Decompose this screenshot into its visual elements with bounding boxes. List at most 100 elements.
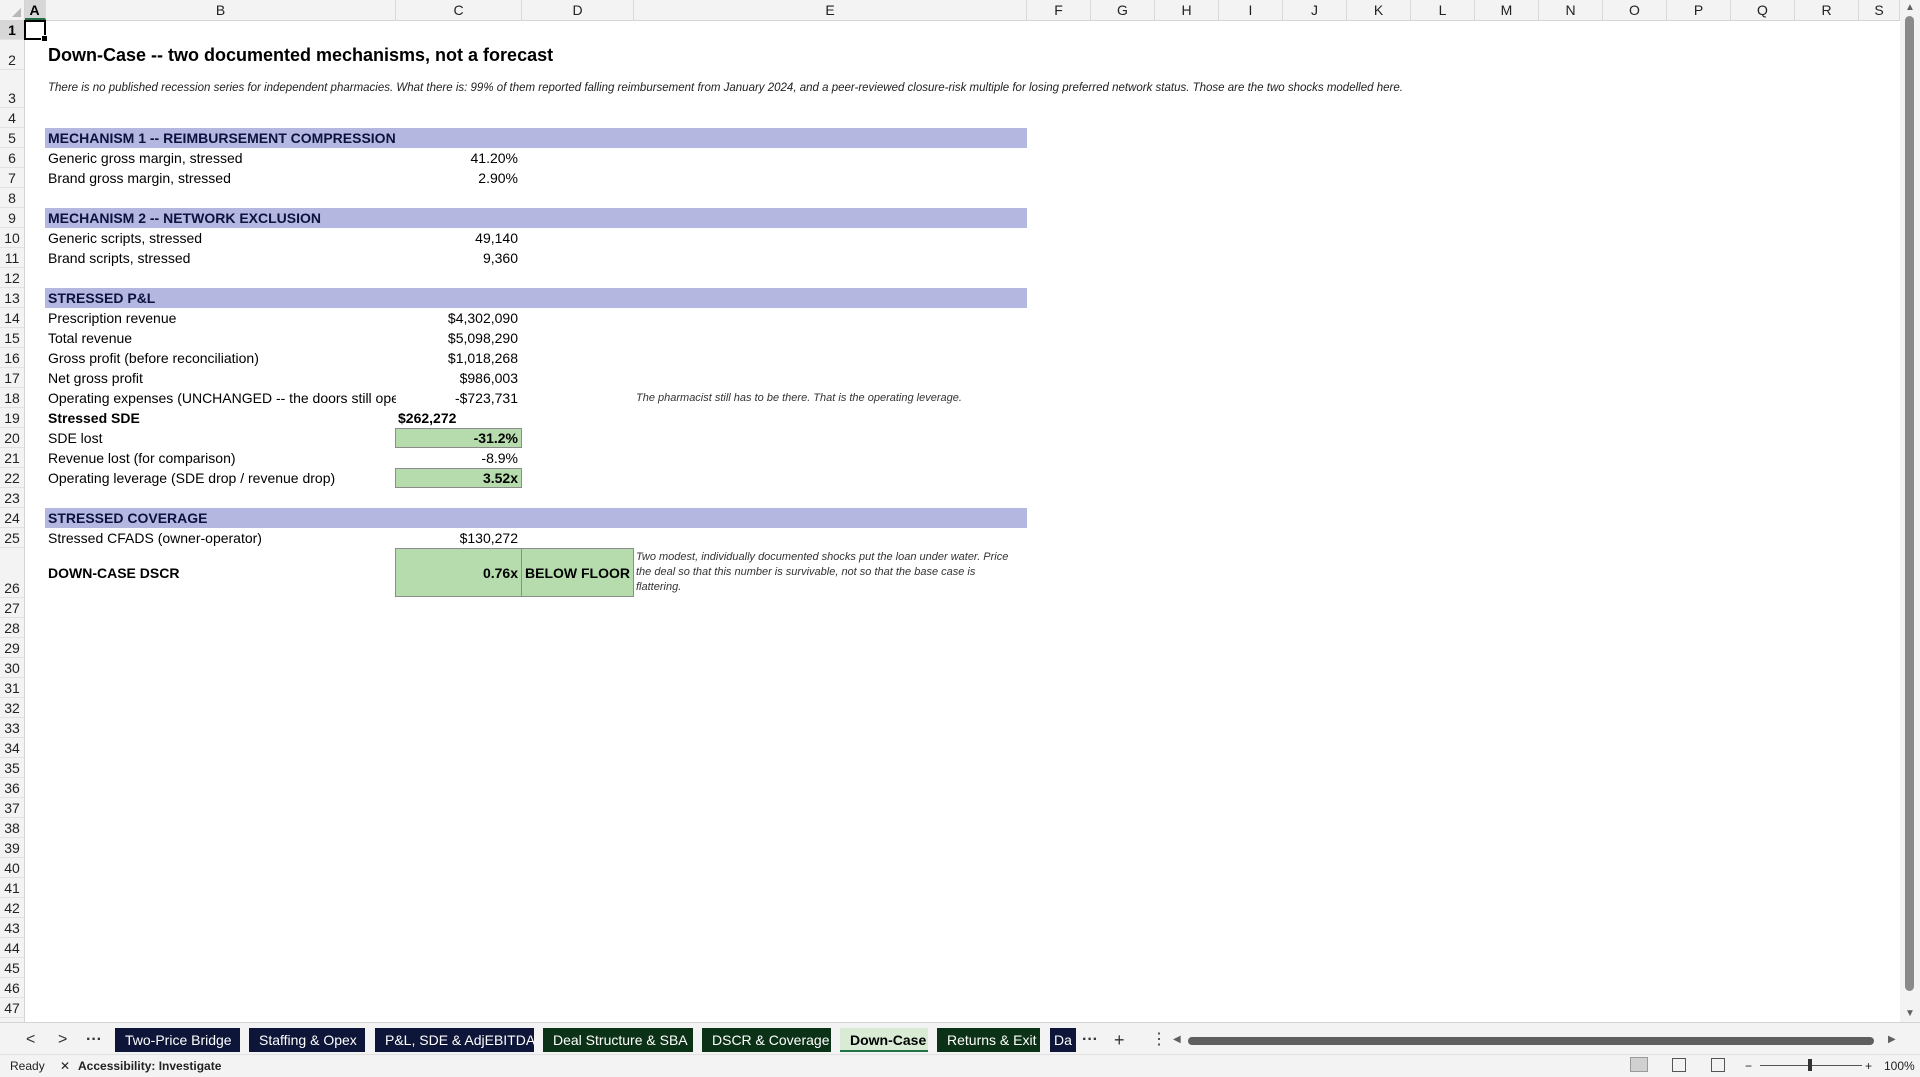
column-header-a[interactable]: A (24, 0, 46, 20)
row-header[interactable]: 33 (0, 718, 24, 738)
row-header[interactable]: 8 (0, 188, 24, 208)
accessibility-status[interactable]: Accessibility: Investigate (78, 1059, 221, 1073)
gross-profit-value[interactable]: $1,018,268 (396, 348, 518, 368)
opex-value[interactable]: -$723,731 (396, 388, 518, 408)
column-header-l[interactable]: L (1411, 0, 1475, 20)
column-header-i[interactable]: I (1219, 0, 1283, 20)
row-header[interactable]: 5 (0, 128, 24, 148)
row-header[interactable]: 14 (0, 308, 24, 328)
column-header-j[interactable]: J (1283, 0, 1347, 20)
column-header-n[interactable]: N (1539, 0, 1603, 20)
row-header[interactable]: 18 (0, 388, 24, 408)
sde-lost-value[interactable]: -31.2% (396, 428, 518, 448)
column-header-q[interactable]: Q (1731, 0, 1795, 20)
zoom-out-icon[interactable]: − (1745, 1059, 1752, 1073)
rx-revenue-value[interactable]: $4,302,090 (396, 308, 518, 328)
row-header[interactable]: 20 (0, 428, 24, 448)
hscroll-left-icon[interactable]: ◀ (1173, 1034, 1181, 1045)
scroll-up-icon[interactable]: ▲ (1905, 2, 1915, 13)
row-header[interactable]: 12 (0, 268, 24, 288)
column-header-p[interactable]: P (1667, 0, 1731, 20)
row-header[interactable]: 31 (0, 678, 24, 698)
row-header[interactable]: 36 (0, 778, 24, 798)
stressed-sde-value[interactable]: $262,272 (398, 408, 456, 428)
tab-two-price-bridge[interactable]: Two-Price Bridge (115, 1028, 240, 1052)
row-header[interactable]: 45 (0, 958, 24, 978)
brand-scripts-value[interactable]: 9,360 (396, 248, 518, 268)
normal-view-icon[interactable] (1630, 1057, 1648, 1072)
row-header[interactable]: 46 (0, 978, 24, 998)
tab-next-icon[interactable]: > (58, 1028, 67, 1052)
row-header[interactable]: 15 (0, 328, 24, 348)
add-sheet-icon[interactable]: + (1114, 1028, 1125, 1052)
tab-down-case[interactable]: Down-Case (840, 1028, 928, 1052)
row-header[interactable]: 43 (0, 918, 24, 938)
row-header[interactable]: 16 (0, 348, 24, 368)
row-header[interactable]: 3 (0, 70, 24, 108)
operating-leverage-value[interactable]: 3.52x (396, 468, 518, 488)
tab-prev-icon[interactable]: < (26, 1028, 35, 1052)
dscr-flag[interactable]: BELOW FLOOR (521, 563, 634, 583)
row-header[interactable]: 1 (0, 20, 24, 40)
row-header[interactable]: 22 (0, 468, 24, 488)
row-header[interactable]: 25 (0, 528, 24, 548)
row-header[interactable]: 13 (0, 288, 24, 308)
row-header[interactable]: 19 (0, 408, 24, 428)
row-header[interactable]: 29 (0, 638, 24, 658)
dscr-value[interactable]: 0.76x (396, 563, 518, 583)
column-header-k[interactable]: K (1347, 0, 1411, 20)
vertical-scrollbar[interactable]: ▲ ▼ (1900, 0, 1920, 1022)
row-header[interactable]: 9 (0, 208, 24, 228)
sheet-options-icon[interactable]: ⋮ (1151, 1028, 1167, 1052)
row-header[interactable]: 27 (0, 598, 24, 618)
row-header[interactable]: 39 (0, 838, 24, 858)
accessibility-icon[interactable]: ✕ (60, 1059, 70, 1073)
page-break-view-icon[interactable] (1711, 1058, 1725, 1072)
brand-margin-value[interactable]: 2.90% (396, 168, 518, 188)
row-header[interactable]: 26 (0, 548, 24, 598)
row-header[interactable]: 30 (0, 658, 24, 678)
row-header[interactable]: 38 (0, 818, 24, 838)
row-header[interactable]: 40 (0, 858, 24, 878)
vertical-scroll-thumb[interactable] (1905, 16, 1914, 991)
tab-pl-sde-adjebitda[interactable]: P&L, SDE & AdjEBITDA (375, 1028, 534, 1052)
row-header[interactable]: 2 (0, 40, 24, 70)
row-header[interactable]: 35 (0, 758, 24, 778)
generic-scripts-value[interactable]: 49,140 (396, 228, 518, 248)
total-revenue-value[interactable]: $5,098,290 (396, 328, 518, 348)
tab-deal-structure-sba[interactable]: Deal Structure & SBA (543, 1028, 693, 1052)
select-all-corner[interactable] (0, 0, 25, 20)
hscroll-right-icon[interactable]: ▶ (1888, 1034, 1896, 1045)
row-header[interactable]: 10 (0, 228, 24, 248)
zoom-in-icon[interactable]: + (1865, 1059, 1872, 1073)
row-header[interactable]: 23 (0, 488, 24, 508)
scroll-down-icon[interactable]: ▼ (1905, 1008, 1915, 1019)
zoom-slider-thumb[interactable] (1808, 1059, 1812, 1071)
generic-margin-value[interactable]: 41.20% (396, 148, 518, 168)
tab-staffing-opex[interactable]: Staffing & Opex (249, 1028, 365, 1052)
row-header[interactable]: 42 (0, 898, 24, 918)
column-header-c[interactable]: C (396, 0, 522, 20)
column-header-s[interactable]: S (1859, 0, 1900, 20)
net-gross-profit-value[interactable]: $986,003 (396, 368, 518, 388)
row-header[interactable]: 11 (0, 248, 24, 268)
page-layout-view-icon[interactable] (1672, 1058, 1686, 1072)
row-header[interactable]: 6 (0, 148, 24, 168)
tab-data-truncated[interactable]: Da (1050, 1028, 1076, 1052)
tab-more-left-icon[interactable]: ··· (86, 1028, 102, 1052)
row-header[interactable]: 32 (0, 698, 24, 718)
column-header-e[interactable]: E (634, 0, 1027, 20)
tab-dscr-coverage[interactable]: DSCR & Coverage (702, 1028, 831, 1052)
column-header-r[interactable]: R (1795, 0, 1859, 20)
column-header-f[interactable]: F (1027, 0, 1091, 20)
column-header-d[interactable]: D (522, 0, 634, 20)
row-header[interactable]: 28 (0, 618, 24, 638)
column-header-m[interactable]: M (1475, 0, 1539, 20)
row-header[interactable]: 7 (0, 168, 24, 188)
column-header-h[interactable]: H (1155, 0, 1219, 20)
revenue-lost-value[interactable]: -8.9% (396, 448, 518, 468)
cfads-value[interactable]: $130,272 (396, 528, 518, 548)
row-header[interactable]: 4 (0, 108, 24, 128)
row-header[interactable]: 34 (0, 738, 24, 758)
tab-more-right-icon[interactable]: ··· (1082, 1028, 1098, 1052)
